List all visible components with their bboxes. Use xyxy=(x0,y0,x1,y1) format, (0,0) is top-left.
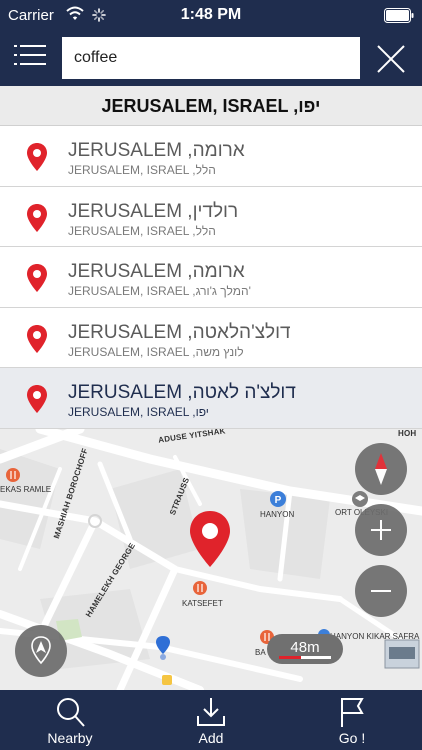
plus-icon xyxy=(371,520,391,540)
selected-location-pin-icon[interactable] xyxy=(188,509,232,569)
my-location-button[interactable] xyxy=(15,625,67,677)
result-title: JERUSALEM ,ארומה xyxy=(68,140,245,161)
city-header: JERUSALEM, ISRAEL ,יפו xyxy=(0,86,422,126)
result-item[interactable]: JERUSALEM ,ארומה JERUSALEM, ISRAEL ,המלך… xyxy=(0,247,422,308)
search-icon xyxy=(57,698,85,727)
battery-icon xyxy=(384,8,414,23)
flag-icon xyxy=(341,698,364,727)
poi-label: KATSEFET xyxy=(182,599,223,608)
result-title: JERUSALEM ,רולדין xyxy=(68,200,239,222)
svg-text:P: P xyxy=(275,495,282,506)
location-pin-icon xyxy=(27,203,47,232)
tab-bar: Nearby Add Go ! xyxy=(0,690,422,750)
result-subtitle: JERUSALEM, ISRAEL ,הלל xyxy=(68,223,216,238)
location-pin-icon xyxy=(27,143,47,171)
result-subtitle: JERUSALEM, ISRAEL ,הלל xyxy=(68,163,216,177)
scale-bar xyxy=(279,656,331,659)
status-bar: Carrier 1:48 PM xyxy=(0,0,422,32)
compass-button[interactable] xyxy=(355,443,407,495)
tab-label: Go ! xyxy=(338,730,366,746)
menu-icon[interactable] xyxy=(14,42,48,72)
result-title: JERUSALEM ,דולצ'ה לאטה xyxy=(68,382,296,404)
tab-label: Nearby xyxy=(47,730,93,746)
location-pin-icon xyxy=(27,264,47,293)
download-icon xyxy=(197,698,225,726)
search-bar xyxy=(0,32,422,86)
location-arrow-icon xyxy=(31,636,51,665)
restaurant-icon xyxy=(193,581,207,595)
tab-label: Add xyxy=(198,730,224,746)
result-subtitle: JERUSALEM, ISRAEL ,יפו xyxy=(68,405,209,420)
result-item[interactable]: JERUSALEM ,ארומה JERUSALEM, ISRAEL ,הלל xyxy=(0,126,422,187)
search-input[interactable] xyxy=(62,37,360,79)
location-pin-icon xyxy=(27,385,47,414)
tab-add[interactable]: Add xyxy=(141,690,281,750)
location-pin-icon xyxy=(27,324,47,353)
results-list: JERUSALEM ,ארומה JERUSALEM, ISRAEL ,הלל … xyxy=(0,126,422,429)
poi-label: EKAS RAMLE xyxy=(0,485,52,494)
parking-icon: P xyxy=(270,491,286,507)
result-subtitle: JERUSALEM, ISRAEL ,לונץ משה xyxy=(68,344,244,359)
result-item[interactable]: JERUSALEM ,דולצ'הלאטה JERUSALEM, ISRAEL … xyxy=(0,307,422,369)
map-view[interactable]: ADUSE YITSHAK HOH MASHIAH BOROCHOFF STRA… xyxy=(0,429,422,690)
compass-icon xyxy=(375,453,387,485)
tab-nearby[interactable]: Nearby xyxy=(0,690,140,750)
status-time: 1:48 PM xyxy=(180,6,242,23)
restaurant-icon xyxy=(6,468,20,482)
result-title: JERUSALEM ,ארומה xyxy=(68,261,245,283)
scale-label: 48m xyxy=(290,639,320,656)
minus-icon xyxy=(371,590,391,592)
result-subtitle: JERUSALEM, ISRAEL ,המלך ג'ורג' xyxy=(68,284,251,299)
zoom-in-button[interactable] xyxy=(355,504,407,556)
zoom-out-button[interactable] xyxy=(355,565,407,617)
result-title: JERUSALEM ,דולצ'הלאטה xyxy=(68,321,291,343)
poi-label: BA xyxy=(255,648,266,657)
result-item-selected[interactable]: JERUSALEM ,דולצ'ה לאטה JERUSALEM, ISRAEL… xyxy=(0,368,422,429)
map-scale: 48m xyxy=(267,634,343,664)
poi-label: HANYON xyxy=(260,510,295,519)
close-icon[interactable] xyxy=(374,42,408,76)
result-item[interactable]: JERUSALEM ,רולדין JERUSALEM, ISRAEL ,הלל xyxy=(0,186,422,248)
tab-go[interactable]: Go ! xyxy=(282,690,422,750)
map-thumbnail xyxy=(384,639,420,669)
street-label: HOH xyxy=(398,429,417,438)
